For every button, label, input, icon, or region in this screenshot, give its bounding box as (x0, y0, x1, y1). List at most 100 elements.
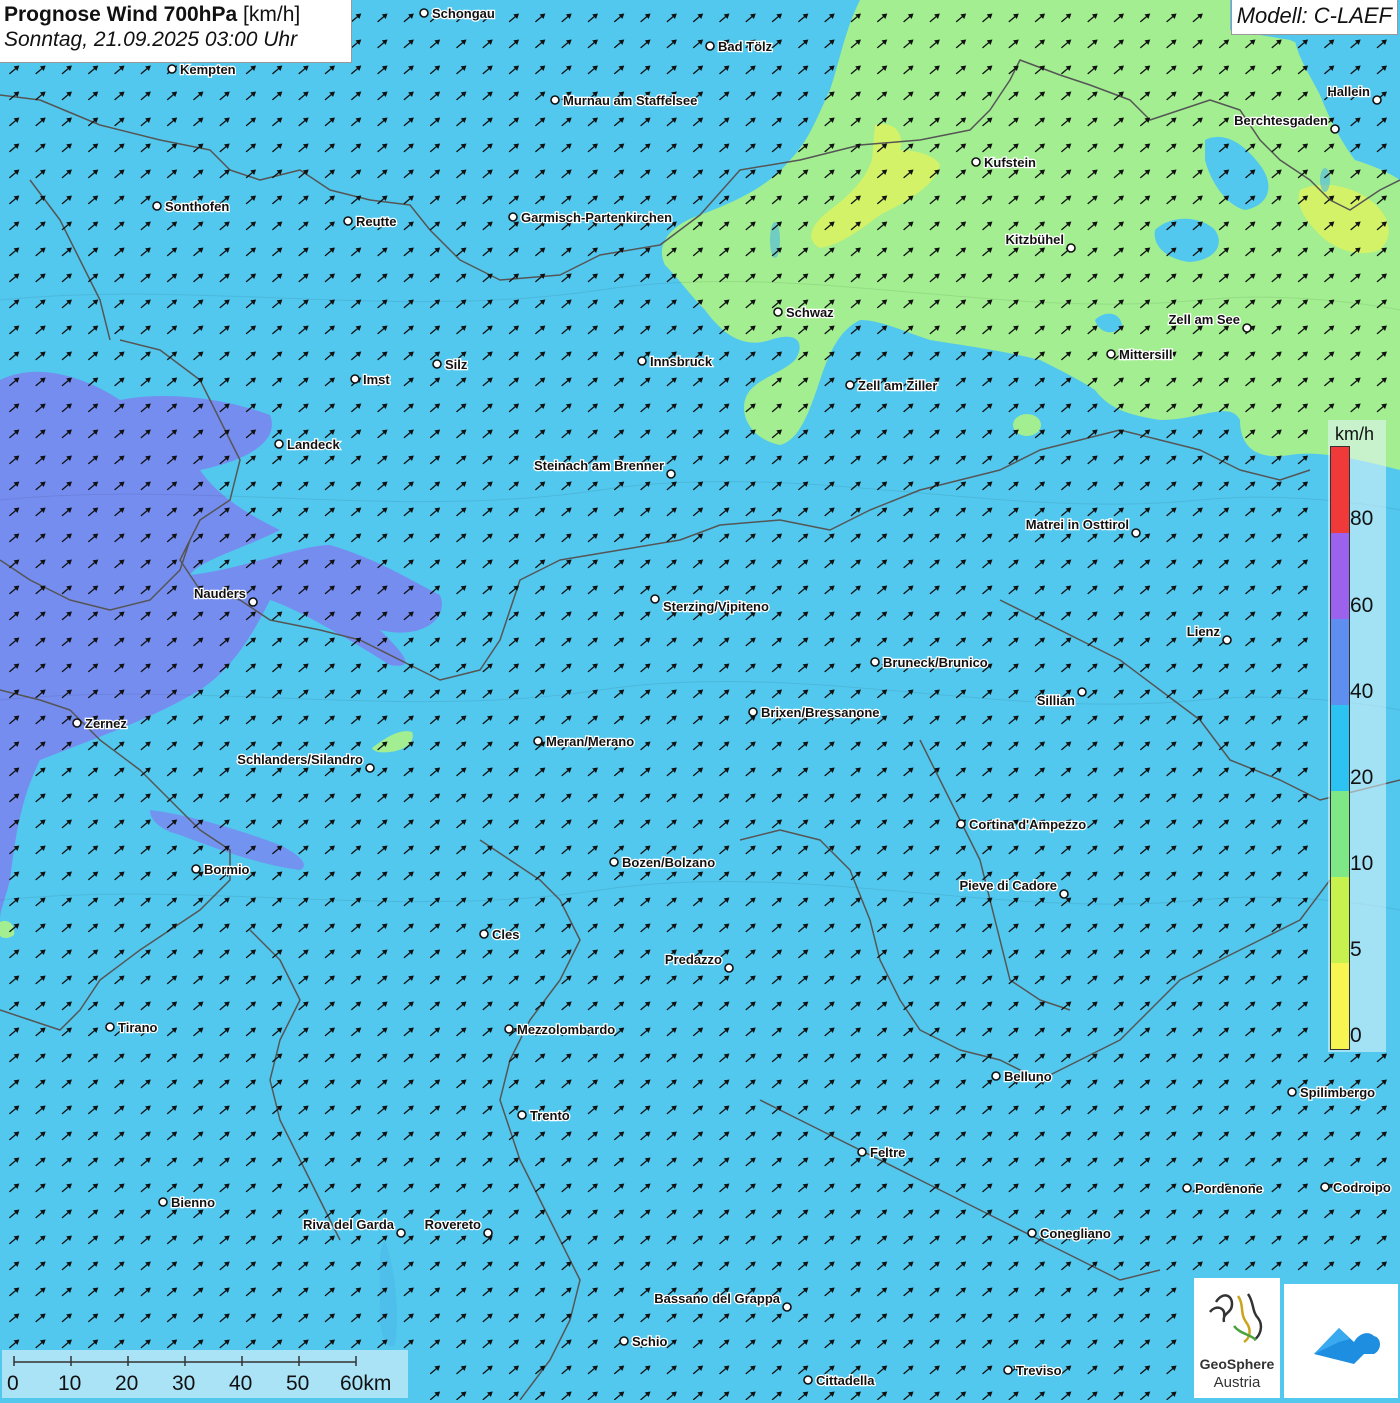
city-dot[interactable] (1320, 1182, 1330, 1192)
city-label: Bienno (171, 1195, 215, 1210)
city-label: Treviso (1016, 1363, 1062, 1378)
city-dot[interactable] (1222, 635, 1232, 645)
city-marker[interactable]: Mezzolombardo (504, 1021, 617, 1038)
city-dot[interactable] (637, 356, 647, 366)
city-marker[interactable]: Meran/Merano (533, 733, 635, 750)
city-dot[interactable] (396, 1228, 406, 1238)
city-label: Belluno (1004, 1069, 1052, 1084)
city-marker[interactable]: Schongau (419, 5, 496, 22)
city-dot[interactable] (1182, 1183, 1192, 1193)
city-dot[interactable] (1287, 1087, 1297, 1097)
city-label: Garmisch-Partenkirchen (521, 210, 672, 225)
city-label: Innsbruck (650, 354, 713, 369)
city-dot[interactable] (479, 929, 489, 939)
city-dot[interactable] (419, 8, 429, 18)
city-dot[interactable] (609, 857, 619, 867)
city-marker[interactable]: Zell am Ziller (845, 377, 939, 394)
city-marker[interactable]: Cortina d'Ampezzo (956, 816, 1088, 833)
app-logo[interactable] (1284, 1284, 1398, 1398)
model-label: Modell: C-LAEF (1230, 0, 1398, 35)
city-marker[interactable]: Brixen/Bressanone (748, 704, 881, 721)
title-unit: [km/h] (243, 3, 301, 26)
city-dot[interactable] (1131, 528, 1141, 538)
logo-country: Austria (1213, 1374, 1261, 1391)
city-dot[interactable] (1372, 95, 1382, 105)
city-marker[interactable]: Innsbruck (637, 353, 714, 370)
city-dot[interactable] (1330, 124, 1340, 134)
city-dot[interactable] (1003, 1365, 1013, 1375)
legend-label-80: 80 (1350, 507, 1374, 530)
city-label: Rovereto (425, 1217, 481, 1232)
city-marker[interactable]: Bruneck/Brunico (870, 654, 989, 671)
city-dot[interactable] (483, 1228, 493, 1238)
city-label: Steinach am Brenner (534, 458, 664, 473)
legend-unit: km/h (1335, 424, 1375, 444)
city-dot[interactable] (748, 707, 758, 717)
city-dot[interactable] (870, 657, 880, 667)
legend-label-60: 60 (1350, 594, 1374, 617)
city-dot[interactable] (1027, 1228, 1037, 1238)
city-dot[interactable] (248, 597, 258, 607)
city-dot[interactable] (167, 64, 177, 74)
city-dot[interactable] (504, 1024, 514, 1034)
city-label: Predazzo (665, 952, 722, 967)
city-dot[interactable] (845, 380, 855, 390)
city-marker[interactable]: Murnau am Staffelsee (550, 92, 699, 109)
city-dot[interactable] (1242, 323, 1252, 333)
city-label: Schlanders/Silandro (237, 752, 363, 767)
city-dot[interactable] (432, 359, 442, 369)
city-dot[interactable] (1106, 349, 1116, 359)
legend-seg-5 (1331, 877, 1349, 963)
city-dot[interactable] (508, 212, 518, 222)
city-dot[interactable] (956, 819, 966, 829)
legend-label-5: 5 (1350, 938, 1362, 961)
city-label: Conegliano (1040, 1226, 1111, 1241)
city-dot[interactable] (650, 594, 660, 604)
city-dot[interactable] (152, 201, 162, 211)
city-dot[interactable] (991, 1071, 1001, 1081)
city-dot[interactable] (705, 41, 715, 51)
city-dot[interactable] (550, 95, 560, 105)
city-dot[interactable] (365, 763, 375, 773)
city-label: Bassano del Grappa (654, 1291, 780, 1306)
city-dot[interactable] (1059, 889, 1069, 899)
city-label: Mittersill (1119, 347, 1172, 362)
city-dot[interactable] (971, 157, 981, 167)
city-dot[interactable] (857, 1147, 867, 1157)
geosphere-logo[interactable]: GeoSphere Austria (1194, 1278, 1280, 1398)
city-dot[interactable] (274, 439, 284, 449)
city-dot[interactable] (782, 1302, 792, 1312)
wind-map[interactable]: Schongau Bad Tölz Kempten Murnau am Staffel… (0, 0, 1400, 1400)
scale-label-0: 0 (7, 1372, 19, 1395)
city-dot[interactable] (343, 216, 353, 226)
city-marker[interactable]: Conegliano (1027, 1225, 1112, 1242)
city-dot[interactable] (724, 963, 734, 973)
scale-label-20: 20 (115, 1372, 139, 1395)
city-dot[interactable] (158, 1197, 168, 1207)
city-dot[interactable] (666, 469, 676, 479)
city-marker[interactable]: Garmisch-Partenkirchen (508, 209, 673, 226)
cloud-icon (1314, 1328, 1380, 1364)
city-marker[interactable]: Spilimbergo (1287, 1084, 1376, 1101)
city-label: Kitzbühel (1006, 232, 1065, 247)
city-dot[interactable] (350, 374, 360, 384)
city-label: Tirano (118, 1020, 158, 1035)
city-dot[interactable] (803, 1375, 813, 1385)
city-marker[interactable]: Sonthofen (152, 198, 231, 215)
city-dot[interactable] (191, 864, 201, 874)
city-dot[interactable] (517, 1110, 527, 1120)
city-dot[interactable] (1066, 243, 1076, 253)
city-label: Schio (632, 1334, 667, 1349)
city-dot[interactable] (1077, 687, 1087, 697)
city-marker[interactable]: Bozen/Bolzano (609, 854, 716, 871)
city-label: Cles (492, 927, 519, 942)
city-dot[interactable] (72, 718, 82, 728)
city-label: Riva del Garda (303, 1217, 395, 1232)
city-dot[interactable] (105, 1022, 115, 1032)
city-marker[interactable]: Pordenone (1182, 1180, 1264, 1197)
chart-title: Prognose Wind 700hPa [km/h] (4, 3, 351, 27)
city-dot[interactable] (533, 736, 543, 746)
city-label: Mezzolombardo (517, 1022, 615, 1037)
city-dot[interactable] (773, 307, 783, 317)
city-dot[interactable] (619, 1336, 629, 1346)
